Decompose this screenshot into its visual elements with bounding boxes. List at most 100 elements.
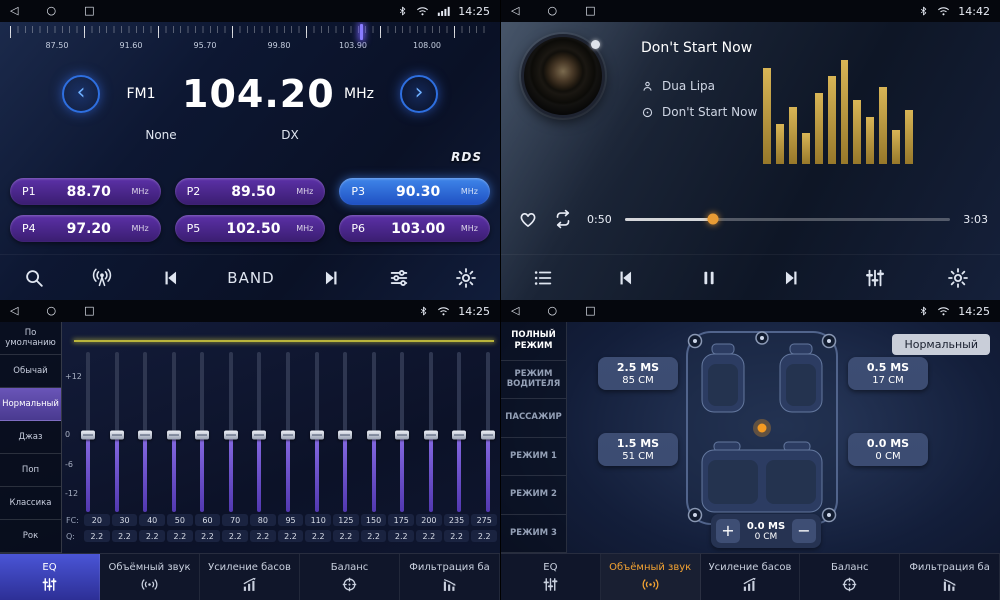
profile-button[interactable]: Нормальный <box>892 334 990 355</box>
eq-slider-knob[interactable] <box>481 431 495 440</box>
frequency-ruler[interactable]: 87.5091.6095.7099.80103.90108.00 <box>10 26 490 60</box>
playlist-icon[interactable] <box>532 267 554 289</box>
equalizer-icon[interactable] <box>864 267 886 289</box>
eq-slider-knob[interactable] <box>138 431 152 440</box>
eq-band-slider[interactable] <box>451 352 467 512</box>
favorite-heart-icon[interactable] <box>517 208 539 230</box>
tab-filter[interactable]: Фильтрация ба <box>900 554 1000 600</box>
nav-back-icon[interactable]: ◁ <box>511 300 519 322</box>
eq-slider-knob[interactable] <box>424 431 438 440</box>
eq-preset-rock[interactable]: Рок <box>0 520 61 553</box>
previous-icon[interactable] <box>160 267 182 289</box>
nav-home-icon[interactable]: ○ <box>547 300 557 322</box>
broadcast-icon[interactable] <box>90 267 114 289</box>
eq-band-slider[interactable] <box>280 352 296 512</box>
eq-band-slider[interactable] <box>137 352 153 512</box>
eq-slider-knob[interactable] <box>195 431 209 440</box>
previous-icon[interactable] <box>615 267 637 289</box>
nav-back-icon[interactable]: ◁ <box>10 300 18 322</box>
search-icon[interactable] <box>23 267 45 289</box>
tab-surround-sound[interactable]: Объёмный звук <box>601 554 701 600</box>
eq-band-slider[interactable] <box>394 352 410 512</box>
nav-back-icon[interactable]: ◁ <box>10 0 18 22</box>
eq-band-slider[interactable] <box>194 352 210 512</box>
nav-recents-icon[interactable]: □ <box>585 300 595 322</box>
eq-slider-knob[interactable] <box>452 431 466 440</box>
eq-band-slider[interactable] <box>80 352 96 512</box>
repeat-icon[interactable] <box>552 208 574 230</box>
mode-3[interactable]: РЕЖИМ 3 <box>501 515 566 554</box>
eq-band-slider[interactable] <box>480 352 496 512</box>
pause-icon[interactable] <box>699 267 719 289</box>
delay-front-left[interactable]: 2.5 MS 85 CM <box>598 357 678 390</box>
delay-increase-button[interactable]: + <box>716 519 740 543</box>
eq-slider-knob[interactable] <box>310 431 324 440</box>
delay-decrease-button[interactable]: − <box>792 519 816 543</box>
progress-knob[interactable] <box>707 214 718 225</box>
delay-rear-left[interactable]: 1.5 MS 51 CM <box>598 433 678 466</box>
next-icon[interactable] <box>320 267 342 289</box>
visualizer-bar <box>841 60 849 164</box>
tab-filter[interactable]: Фильтрация ба <box>400 554 500 600</box>
preset-button-p3[interactable]: P3 90.30 MHz <box>339 178 490 205</box>
preset-button-p1[interactable]: P1 88.70 MHz <box>10 178 161 205</box>
tab-bass-boost[interactable]: Усиление басов <box>701 554 801 600</box>
eq-preset-custom[interactable]: Обычай <box>0 355 61 388</box>
eq-band-slider[interactable] <box>366 352 382 512</box>
delay-front-right[interactable]: 0.5 MS 17 CM <box>848 357 928 390</box>
mode-2[interactable]: РЕЖИМ 2 <box>501 476 566 515</box>
nav-home-icon[interactable]: ○ <box>46 300 56 322</box>
eq-preset-jazz[interactable]: Джаз <box>0 421 61 454</box>
progress-track[interactable] <box>625 218 951 221</box>
delay-rear-right[interactable]: 0.0 MS 0 CM <box>848 433 928 466</box>
eq-slider-knob[interactable] <box>81 431 95 440</box>
nav-recents-icon[interactable]: □ <box>585 0 595 22</box>
eq-band-slider[interactable] <box>223 352 239 512</box>
eq-slider-knob[interactable] <box>252 431 266 440</box>
nav-home-icon[interactable]: ○ <box>46 0 56 22</box>
eq-band-slider[interactable] <box>309 352 325 512</box>
eq-band-slider[interactable] <box>423 352 439 512</box>
preset-button-p2[interactable]: P2 89.50 MHz <box>175 178 326 205</box>
eq-slider-knob[interactable] <box>224 431 238 440</box>
mode-1[interactable]: РЕЖИМ 1 <box>501 438 566 477</box>
next-icon[interactable] <box>780 267 802 289</box>
tab-eq[interactable]: EQ <box>0 554 100 600</box>
tab-bass-boost[interactable]: Усиление басов <box>200 554 300 600</box>
tab-surround-sound[interactable]: Объёмный звук <box>100 554 200 600</box>
nav-home-icon[interactable]: ○ <box>547 0 557 22</box>
nav-recents-icon[interactable]: □ <box>84 0 94 22</box>
mode-full[interactable]: ПОЛНЫЙ РЕЖИМ <box>501 322 566 361</box>
eq-slider-knob[interactable] <box>395 431 409 440</box>
preset-button-p6[interactable]: P6 103.00 MHz <box>339 215 490 242</box>
settings-gear-icon[interactable] <box>455 267 477 289</box>
eq-band-slider[interactable] <box>109 352 125 512</box>
eq-preset-normal[interactable]: Нормальный <box>0 388 61 421</box>
nav-back-icon[interactable]: ◁ <box>511 0 519 22</box>
tab-balance[interactable]: Баланс <box>300 554 400 600</box>
eq-preset-pop[interactable]: Поп <box>0 454 61 487</box>
eq-band-slider[interactable] <box>166 352 182 512</box>
preset-button-p5[interactable]: P5 102.50 MHz <box>175 215 326 242</box>
eq-slider-knob[interactable] <box>338 431 352 440</box>
tune-up-button[interactable]: › <box>400 75 438 113</box>
eq-preset-default[interactable]: По умолчанию <box>0 322 61 355</box>
eq-slider-knob[interactable] <box>367 431 381 440</box>
tab-eq[interactable]: EQ <box>501 554 601 600</box>
nav-recents-icon[interactable]: □ <box>84 300 94 322</box>
mixer-icon[interactable] <box>388 267 410 289</box>
settings-gear-icon[interactable] <box>947 267 969 289</box>
eq-band-slider[interactable] <box>251 352 267 512</box>
eq-slider-knob[interactable] <box>281 431 295 440</box>
eq-slider-knob[interactable] <box>110 431 124 440</box>
mode-driver[interactable]: РЕЖИМ ВОДИТЕЛЯ <box>501 361 566 400</box>
tab-balance[interactable]: Баланс <box>800 554 900 600</box>
eq-band-slider[interactable] <box>337 352 353 512</box>
wifi-icon <box>415 5 430 17</box>
eq-slider-knob[interactable] <box>167 431 181 440</box>
mode-passenger[interactable]: ПАССАЖИР <box>501 399 566 438</box>
preset-button-p4[interactable]: P4 97.20 MHz <box>10 215 161 242</box>
tune-down-button[interactable]: ‹ <box>62 75 100 113</box>
band-button[interactable]: BAND <box>227 269 274 287</box>
eq-preset-classic[interactable]: Классика <box>0 487 61 520</box>
